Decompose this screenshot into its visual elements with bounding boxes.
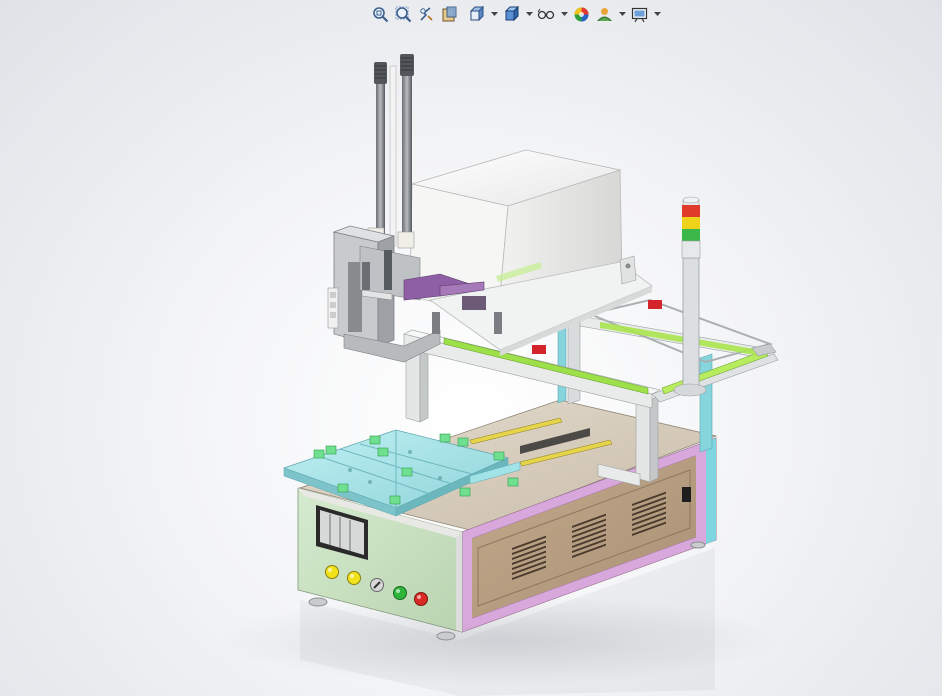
z-axis-rod: [402, 60, 412, 240]
control-button-red[interactable]: [414, 592, 428, 606]
control-button-green[interactable]: [393, 586, 407, 600]
stack-light-yellow: [682, 217, 700, 229]
foot: [308, 597, 328, 607]
right-post: [699, 353, 713, 453]
control-button-yellow-1[interactable]: [325, 565, 339, 579]
limit-block: [532, 345, 546, 354]
stack-light-green: [682, 229, 700, 241]
limit-block: [648, 300, 662, 309]
foot: [690, 541, 706, 549]
front-post: [635, 395, 651, 483]
corner-post-right: [706, 438, 716, 544]
control-button-yellow-2[interactable]: [347, 571, 361, 585]
foot: [436, 631, 456, 641]
power-switch[interactable]: [682, 487, 691, 502]
trim-left: [462, 536, 472, 632]
trim-right: [696, 442, 706, 540]
front-beam: [403, 333, 653, 409]
graphics-area[interactable]: [0, 0, 942, 696]
stack-light-pole: [682, 257, 700, 389]
cad-model-render[interactable]: [0, 0, 942, 696]
z-axis-rod: [376, 70, 385, 240]
stack-light-red: [682, 205, 700, 217]
